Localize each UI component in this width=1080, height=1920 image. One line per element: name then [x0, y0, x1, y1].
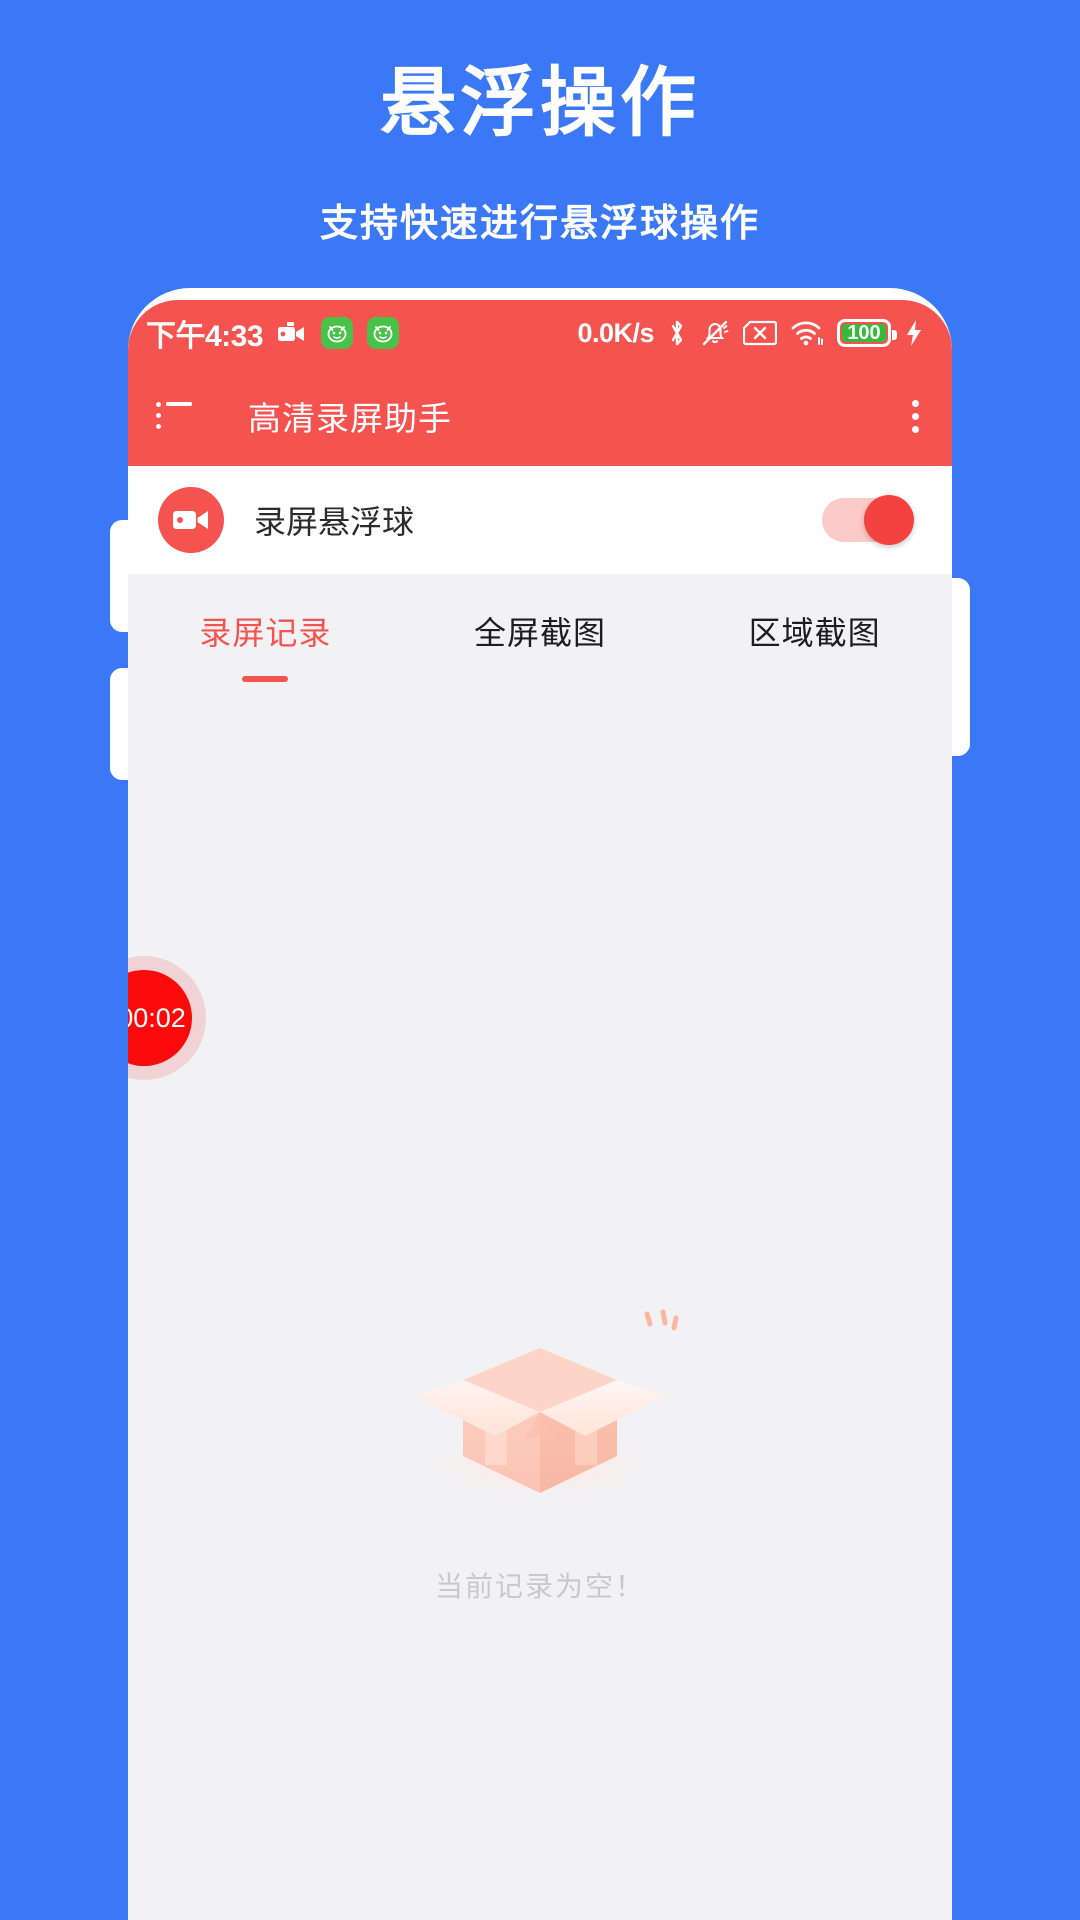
status-time: 下午4:33	[146, 320, 264, 353]
app-bar: 高清录屏助手	[128, 366, 952, 466]
promo-header: 悬浮操作 支持快速进行悬浮球操作	[0, 0, 1080, 247]
status-bar-right: 0.0K/s 100	[577, 318, 924, 349]
phone-screen: 下午4:33 0.0K/s 100 高清录屏助手 录屏悬浮球 录屏记录 全屏截图…	[128, 300, 952, 1920]
video-camera-icon	[277, 322, 307, 344]
battery-level-label: 100	[847, 322, 881, 344]
recording-timer: 00:02	[128, 1002, 186, 1033]
network-speed-label: 0.0K/s	[577, 317, 654, 348]
open-box-icon	[415, 1309, 679, 1496]
page-title: 悬浮操作	[380, 61, 700, 146]
tab-active-indicator	[242, 676, 289, 682]
floating-ball-card[interactable]: 录屏悬浮球	[128, 466, 952, 574]
tab-screen-recordings[interactable]: 录屏记录	[128, 608, 403, 682]
app-title: 高清录屏助手	[248, 400, 452, 437]
empty-state: 当前记录为空！	[128, 1288, 952, 1605]
page-subtitle: 支持快速进行悬浮球操作	[319, 202, 760, 245]
list-menu-icon[interactable]	[156, 402, 192, 430]
bluetooth-icon	[667, 318, 687, 348]
floating-ball-toggle[interactable]	[822, 495, 914, 545]
status-bar: 下午4:33 0.0K/s 100	[128, 300, 952, 366]
sim-x-icon	[743, 320, 777, 346]
more-vertical-icon[interactable]	[910, 399, 920, 433]
wifi-icon	[790, 319, 824, 347]
tab-label: 全屏截图	[474, 615, 607, 651]
toggle-thumb	[864, 495, 914, 545]
battery-icon: 100	[837, 319, 897, 347]
app-badge-icon	[367, 317, 400, 349]
floating-ball-label: 录屏悬浮球	[254, 504, 415, 540]
tab-label: 录屏记录	[199, 615, 332, 651]
content-area: 00:02	[128, 698, 952, 1920]
tab-fullscreen-screenshots[interactable]: 全屏截图	[403, 608, 678, 654]
charging-bolt-icon	[904, 318, 924, 348]
floating-recorder-ball[interactable]: 00:02	[128, 970, 192, 1066]
status-bar-left: 下午4:33	[146, 311, 400, 355]
silent-bell-icon	[700, 318, 730, 348]
tab-bar: 录屏记录 全屏截图 区域截图	[128, 574, 952, 698]
empty-state-text: 当前记录为空！	[434, 1571, 645, 1602]
tab-label: 区域截图	[748, 615, 881, 651]
tab-region-screenshots[interactable]: 区域截图	[677, 608, 952, 654]
app-badge-icon	[321, 317, 354, 349]
video-record-icon	[158, 487, 224, 553]
